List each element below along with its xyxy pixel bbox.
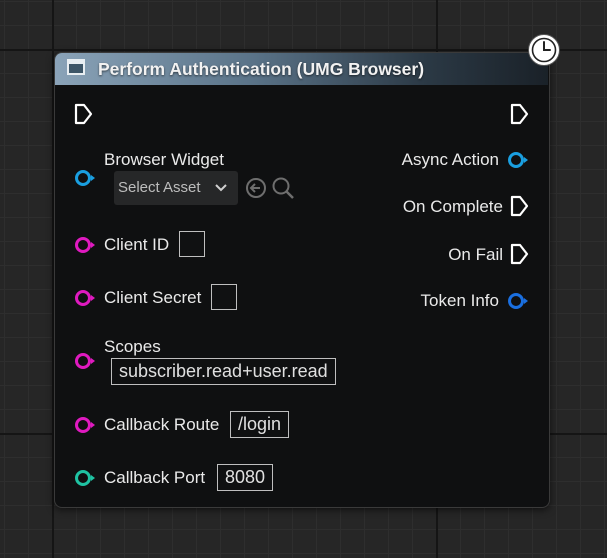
callback-route-input[interactable]: /login [230,411,290,438]
callback-port-input[interactable]: 8080 [217,464,274,491]
client-id-label: Client ID [104,235,170,254]
exec-out-pin[interactable] [510,103,530,125]
callback-route-label: Callback Route [104,415,220,434]
client-id-field[interactable] [179,231,205,257]
token-info-label: Token Info [420,291,499,310]
chevron-down-icon [215,184,227,192]
scopes-input[interactable]: subscriber.read+user.read [111,358,336,385]
window-icon [67,59,85,75]
node-title: Perform Authentication (UMG Browser) [98,59,425,79]
browser-widget-label: Browser Widget [104,150,224,169]
exec-in-pin[interactable] [74,103,94,125]
scopes-pin[interactable] [74,351,96,371]
client-secret-label: Client Secret [104,288,202,307]
token-info-pin[interactable] [506,291,530,311]
client-id-pin[interactable] [74,235,96,255]
node-header[interactable]: Perform Authentication (UMG Browser) [55,53,548,85]
on-fail-exec-pin[interactable] [510,243,530,265]
browse-asset-search-icon[interactable] [271,176,297,200]
use-selected-asset-icon[interactable] [244,176,268,200]
on-complete-label: On Complete [402,197,503,216]
callback-port-label: Callback Port [104,468,206,487]
clock-icon [528,34,560,66]
select-asset-text: Select Asset [118,179,201,196]
client-secret-field[interactable] [211,284,237,310]
on-fail-label: On Fail [448,245,503,264]
async-action-label: Async Action [401,150,499,169]
callback-route-pin[interactable] [74,415,96,435]
client-secret-pin[interactable] [74,288,96,308]
scopes-label: Scopes [104,337,161,356]
perform-authentication-node[interactable] [54,52,550,508]
on-complete-exec-pin[interactable] [510,195,530,217]
callback-port-pin[interactable] [74,468,96,488]
node-header-bar: Perform Authentication (UMG Browser) [55,53,548,85]
select-asset-dropdown[interactable]: Select Asset [114,171,238,205]
browser-widget-pin[interactable] [74,168,96,188]
async-action-pin[interactable] [506,150,530,170]
